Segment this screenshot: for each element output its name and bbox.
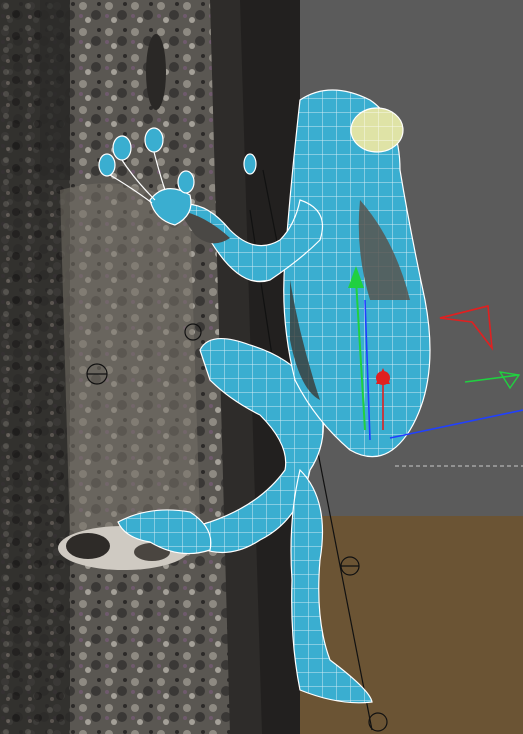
viewport-canvas[interactable]: [0, 0, 523, 734]
gizmo-center[interactable]: [376, 371, 390, 385]
3d-viewport[interactable]: [0, 0, 523, 734]
